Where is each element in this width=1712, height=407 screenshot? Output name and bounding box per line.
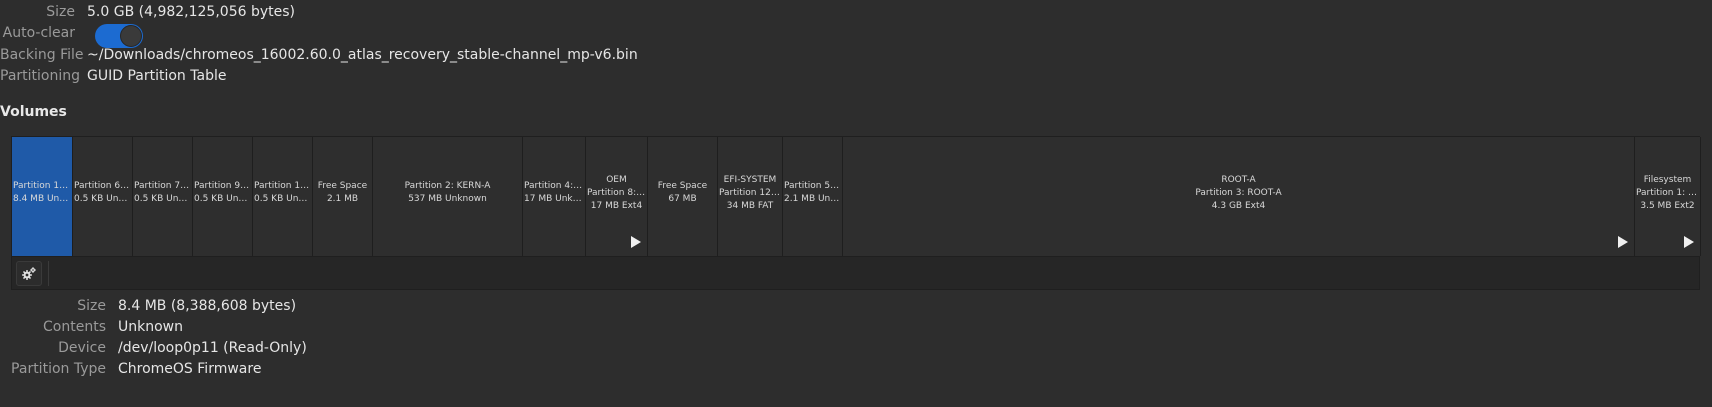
volume-segment-line: 0.5 KB Unkn… (74, 194, 132, 204)
detail-device-value: /dev/loop0p11 (Read-Only) (118, 340, 307, 356)
volume-segment-text: Filesystem Partition 1: ST… 3.5 MB Ext2 (1635, 174, 1700, 213)
volume-segment-line: Partition 8: O… (587, 188, 647, 198)
volume-segment-line: 2.1 MB (326, 194, 359, 204)
volume-segment-line: 8.4 MB Unkn… (13, 194, 72, 204)
volume-segment[interactable]: Partition 4: K… 17 MB Unkn… (523, 137, 586, 256)
partitioning-label: Partitioning (0, 68, 80, 84)
play-icon[interactable] (1618, 236, 1628, 248)
volume-segment-text: Free Space 67 MB (648, 180, 717, 206)
volume-segment-text: Partition 5: … 2.1 MB Unk… (783, 180, 842, 206)
gears-icon (22, 267, 36, 280)
volume-map: Partition 11: … 8.4 MB Unkn…Partition 6: … (11, 136, 1701, 257)
volume-segment[interactable]: Partition 9: r… 0.5 KB Unkn… (193, 137, 253, 256)
volume-segment-line: 537 MB Unknown (408, 194, 487, 204)
volume-segment-line: Partition 10: … (254, 181, 312, 191)
volume-segment[interactable]: Free Space 67 MB (648, 137, 718, 256)
volume-segment-text: Partition 4: K… 17 MB Unkn… (523, 180, 585, 206)
volume-segment-text: Partition 6: … 0.5 KB Unkn… (73, 180, 132, 206)
volume-segment-line: 67 MB (668, 194, 697, 204)
backing-file-value: ~/Downloads/chromeos_16002.60.0_atlas_re… (87, 47, 638, 63)
volume-segment-line: Partition 1: ST… (1636, 188, 1700, 198)
volume-segment[interactable]: Filesystem Partition 1: ST… 3.5 MB Ext2 (1635, 137, 1701, 256)
detail-device-label: Device (58, 340, 106, 356)
volume-segment-line: Partition 7: … (134, 181, 192, 191)
volume-toolbar (11, 257, 1700, 290)
detail-partition-type-label: Partition Type (11, 361, 106, 377)
volume-segment[interactable]: Partition 2: KERN-A 537 MB Unknown (373, 137, 523, 256)
toggle-knob (120, 25, 142, 47)
volume-segment[interactable]: EFI-SYSTEM Partition 12: E… 34 MB FAT (718, 137, 783, 256)
volume-segment-line: 0.5 KB Unkn… (194, 194, 252, 204)
toolbar-separator (48, 261, 49, 286)
volume-segment[interactable]: Partition 6: … 0.5 KB Unkn… (73, 137, 133, 256)
volume-segment-text: EFI-SYSTEM Partition 12: E… 34 MB FAT (718, 174, 782, 213)
volume-segment-line: OEM (606, 175, 627, 185)
volume-segment[interactable]: Partition 10: … 0.5 KB Unkn… (253, 137, 313, 256)
volume-segment-line: Free Space (657, 181, 708, 191)
volume-segment-text: Free Space 2.1 MB (313, 180, 372, 206)
volume-segment-line: Free Space (317, 181, 368, 191)
volume-segment[interactable]: Free Space 2.1 MB (313, 137, 373, 256)
volume-segment-text: Partition 2: KERN-A 537 MB Unknown (373, 180, 522, 206)
play-icon[interactable] (1684, 236, 1694, 248)
play-icon[interactable] (631, 236, 641, 248)
volume-segment-line: 34 MB FAT (726, 201, 774, 211)
volume-segment-line: Partition 12: E… (719, 188, 782, 198)
volume-segment-line: Partition 4: K… (524, 181, 585, 191)
volume-segment-line: Partition 9: r… (194, 181, 252, 191)
volume-segment-line: 17 MB Ext4 (590, 201, 643, 211)
volume-segment-text: OEM Partition 8: O… 17 MB Ext4 (586, 174, 647, 213)
detail-size-value: 8.4 MB (8,388,608 bytes) (118, 298, 297, 314)
volume-segment-line: Partition 11: … (13, 181, 72, 191)
volume-segment-line: Partition 2: KERN-A (404, 181, 491, 191)
autoclear-label: Auto-clear (2, 25, 75, 41)
detail-contents-value: Unknown (118, 319, 183, 335)
volume-segment[interactable]: Partition 5: … 2.1 MB Unk… (783, 137, 843, 256)
volume-segment-text: Partition 10: … 0.5 KB Unkn… (253, 180, 312, 206)
volume-segment[interactable]: OEM Partition 8: O… 17 MB Ext4 (586, 137, 648, 256)
volume-segment-line: 0.5 KB Unkn… (254, 194, 312, 204)
volume-segment-text: Partition 11: … 8.4 MB Unkn… (12, 180, 72, 206)
volume-segment-line: 2.1 MB Unk… (784, 194, 842, 204)
detail-size-label: Size (77, 298, 106, 314)
volume-segment[interactable]: ROOT-A Partition 3: ROOT-A 4.3 GB Ext4 (843, 137, 1635, 256)
detail-contents-label: Contents (43, 319, 106, 335)
volume-segment-line: Partition 5: … (784, 181, 842, 191)
size-value: 5.0 GB (4,982,125,056 bytes) (87, 4, 295, 20)
partitioning-value: GUID Partition Table (87, 68, 227, 84)
volume-settings-button[interactable] (16, 261, 42, 286)
backing-file-label: Backing File (0, 47, 84, 63)
volume-segment-line: 0.5 KB Unkn… (134, 194, 192, 204)
volume-segment[interactable]: Partition 7: … 0.5 KB Unkn… (133, 137, 193, 256)
volume-segment-line: ROOT-A (1221, 175, 1256, 185)
volume-segment-line: Partition 6: … (74, 181, 132, 191)
volume-segment-line: EFI-SYSTEM (723, 175, 777, 185)
volume-segment-text: Partition 9: r… 0.5 KB Unkn… (193, 180, 252, 206)
volume-segment-text: Partition 7: … 0.5 KB Unkn… (133, 180, 192, 206)
volume-segment-line: Filesystem (1643, 175, 1692, 185)
volume-segment[interactable]: Partition 11: … 8.4 MB Unkn… (12, 137, 73, 256)
volumes-heading: Volumes (0, 104, 67, 120)
volume-segment-line: Partition 3: ROOT-A (1195, 188, 1282, 198)
detail-partition-type-value: ChromeOS Firmware (118, 361, 262, 377)
volume-segment-text: ROOT-A Partition 3: ROOT-A 4.3 GB Ext4 (843, 174, 1634, 213)
volume-segment-line: 3.5 MB Ext2 (1640, 201, 1695, 211)
size-label: Size (46, 4, 75, 20)
volume-segment-line: 4.3 GB Ext4 (1211, 201, 1266, 211)
volume-segment-line: 17 MB Unkn… (524, 194, 585, 204)
